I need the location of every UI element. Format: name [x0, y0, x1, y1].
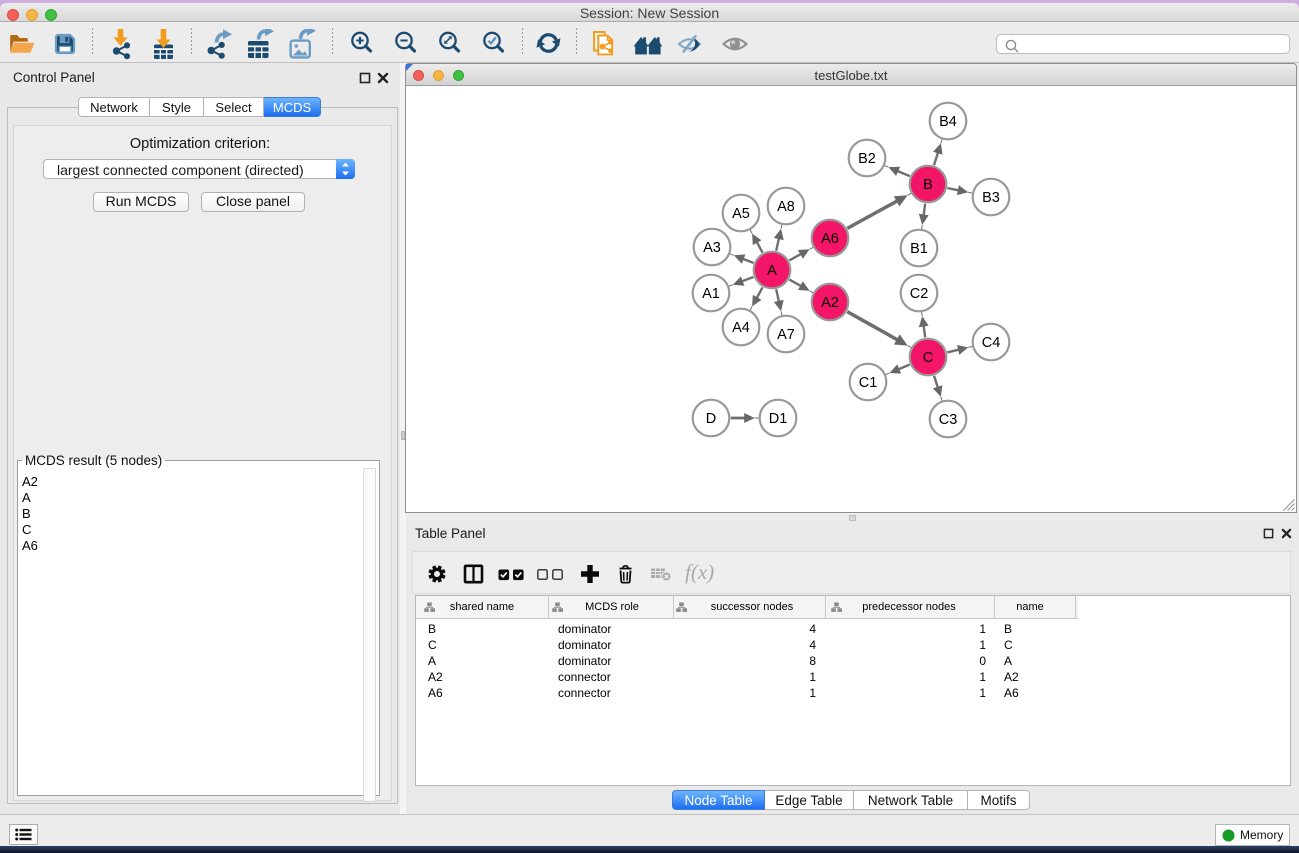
svg-text:C3: C3	[939, 412, 958, 428]
svg-text:A8: A8	[777, 199, 795, 215]
svg-text:C1: C1	[859, 375, 878, 391]
svg-text:A1: A1	[702, 286, 720, 302]
svg-text:C: C	[923, 350, 933, 366]
svg-text:B2: B2	[858, 151, 876, 167]
svg-text:B3: B3	[982, 190, 1000, 206]
svg-text:A3: A3	[703, 240, 721, 256]
svg-text:A2: A2	[821, 295, 839, 311]
svg-text:B: B	[923, 177, 933, 193]
svg-text:C4: C4	[982, 335, 1001, 351]
svg-text:B4: B4	[939, 114, 957, 130]
svg-text:B1: B1	[910, 241, 928, 257]
svg-text:A7: A7	[777, 327, 795, 343]
svg-text:A: A	[767, 263, 777, 279]
svg-text:D: D	[706, 411, 716, 427]
svg-text:C2: C2	[910, 286, 929, 302]
svg-text:A6: A6	[821, 231, 839, 247]
svg-text:A5: A5	[732, 206, 750, 222]
svg-text:A4: A4	[732, 320, 750, 336]
svg-text:D1: D1	[769, 411, 788, 427]
